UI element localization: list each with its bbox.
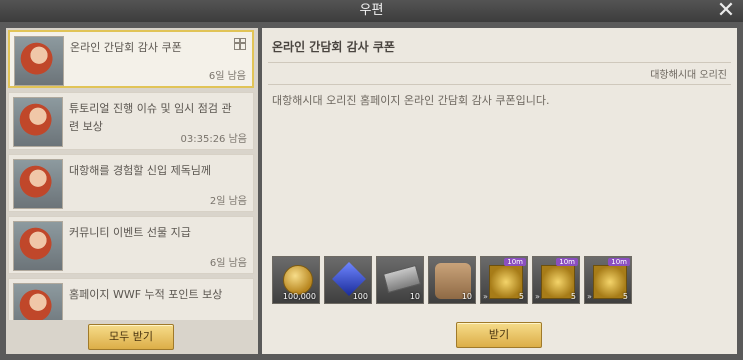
mail-item[interactable]: 튜토리얼 진행 이슈 및 임시 점검 관련 보상 03:35:26 남음 [8, 92, 254, 150]
mail-expiry: 6일 남음 [208, 71, 246, 82]
receive-button[interactable]: 받기 [456, 322, 542, 348]
sender-avatar [13, 283, 63, 320]
reward-item[interactable]: 10m » 5 [532, 256, 580, 304]
duration-badge: 10m [504, 258, 526, 266]
reward-item[interactable]: 10 [376, 256, 424, 304]
mail-title: 온라인 간담회 감사 쿠폰 [70, 41, 182, 54]
sender-avatar [13, 221, 63, 271]
speed-scroll-icon [593, 265, 627, 299]
mail-detail-title: 온라인 간담회 감사 쿠폰 [272, 40, 395, 54]
speedup-chevron-icon: » [587, 292, 592, 301]
speed-scroll-icon [541, 265, 575, 299]
speedup-chevron-icon: » [535, 292, 540, 301]
reward-quantity: 10 [409, 292, 420, 301]
gift-icon [234, 38, 246, 50]
mail-item[interactable]: 홈페이지 WWF 누적 포인트 보상 [8, 278, 254, 320]
reward-quantity: 100,000 [282, 292, 316, 301]
mail-list-panel: 온라인 간담회 감사 쿠폰 6일 남음 튜토리얼 진행 이슈 및 임시 점검 관… [6, 28, 258, 354]
reward-quantity: 100 [352, 292, 368, 301]
reward-item[interactable]: 10m » 5 [480, 256, 528, 304]
mail-title: 대항해를 경험할 신입 제독님께 [69, 164, 212, 177]
mail-detail-panel: 온라인 간담회 감사 쿠폰 대항해시대 오리진 대항해시대 오리진 홈페이지 온… [262, 28, 737, 354]
gold-coin-icon [283, 265, 313, 295]
mail-title: 홈페이지 WWF 누적 포인트 보상 [69, 288, 223, 301]
mail-body: 대항해시대 오리진 홈페이지 온라인 간담회 감사 쿠폰입니다. [272, 94, 550, 107]
window-title: 우편 [359, 3, 384, 18]
mail-title: 커뮤니티 이벤트 선물 지급 [69, 226, 191, 239]
mail-expiry: 03:35:26 남음 [180, 134, 248, 145]
reward-item[interactable]: 100 [324, 256, 372, 304]
mail-expiry: 6일 남음 [209, 258, 247, 269]
reward-quantity: 10 [461, 292, 472, 301]
sender-avatar [13, 159, 63, 209]
mail-item[interactable]: 온라인 간담회 감사 쿠폰 6일 남음 [8, 30, 254, 88]
speed-scroll-icon [489, 265, 523, 299]
sender-avatar [13, 97, 63, 147]
receive-all-button[interactable]: 모두 받기 [88, 324, 174, 350]
reward-quantity: 5 [570, 292, 576, 301]
mail-list[interactable]: 온라인 간담회 감사 쿠폰 6일 남음 튜토리얼 진행 이슈 및 임시 점검 관… [6, 28, 258, 320]
mail-item[interactable]: 커뮤니티 이벤트 선물 지급 6일 남음 [8, 216, 254, 274]
duration-badge: 10m [608, 258, 630, 266]
divider [268, 62, 731, 63]
duration-badge: 10m [556, 258, 578, 266]
mail-item[interactable]: 대항해를 경험할 신입 제독님께 2일 남음 [8, 154, 254, 212]
speedup-chevron-icon: » [483, 292, 488, 301]
reward-quantity: 5 [622, 292, 628, 301]
divider [268, 84, 731, 85]
reward-item[interactable]: 100,000 [272, 256, 320, 304]
ticket-icon [382, 264, 422, 294]
reward-item[interactable]: 10m » 5 [584, 256, 632, 304]
window-titlebar: 우편 [0, 0, 743, 22]
close-icon[interactable]: ✕ [715, 0, 737, 22]
mail-sender: 대항해시대 오리진 [650, 70, 727, 81]
mail-expiry: 2일 남음 [209, 196, 247, 207]
sender-avatar [14, 36, 64, 86]
blue-gem-icon [332, 262, 366, 296]
reward-item[interactable]: 10 [428, 256, 476, 304]
reward-quantity: 5 [518, 292, 524, 301]
